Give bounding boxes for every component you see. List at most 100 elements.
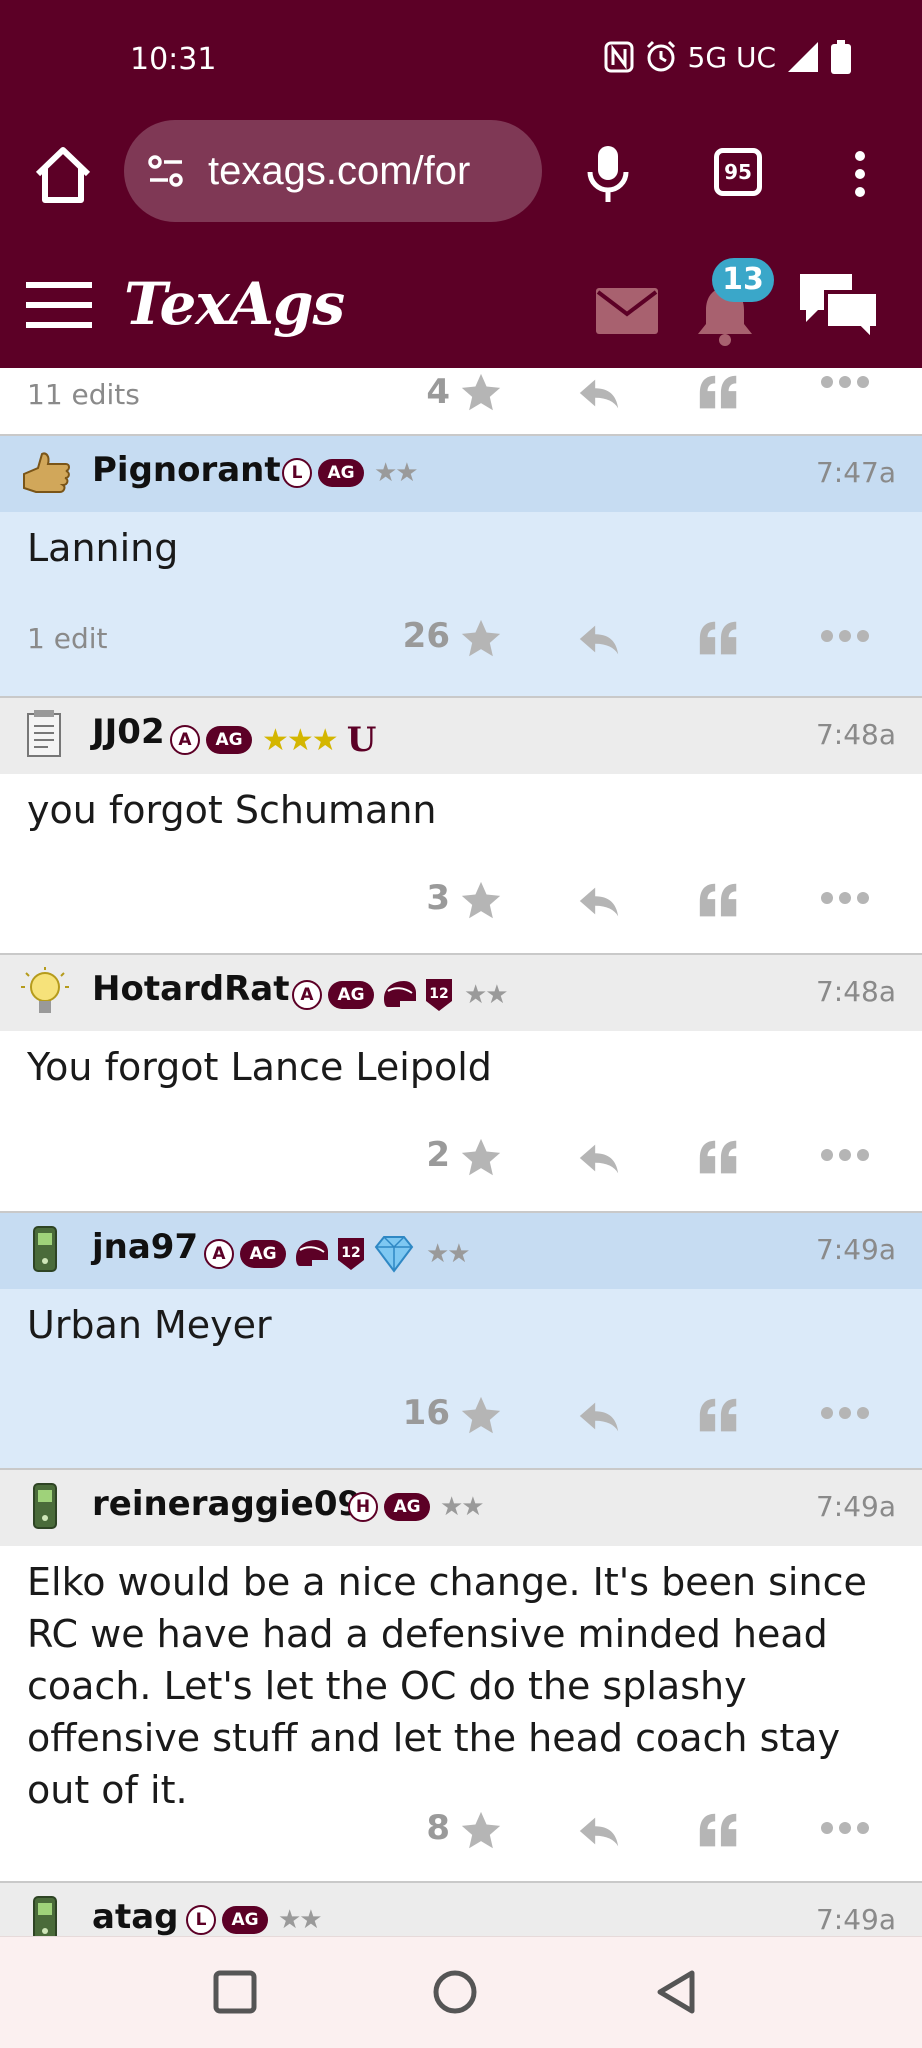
license-badge: A xyxy=(204,1239,234,1269)
quote-icon[interactable] xyxy=(696,616,742,662)
ag-badge: AG xyxy=(318,459,364,487)
reply-icon[interactable] xyxy=(576,878,622,924)
username[interactable]: HotardRat xyxy=(92,969,290,1009)
star-icon[interactable] xyxy=(458,1393,504,1439)
overflow-menu-icon[interactable] xyxy=(854,150,866,198)
username[interactable]: atag xyxy=(92,1897,178,1937)
alarm-icon xyxy=(646,40,675,72)
star-icon[interactable] xyxy=(458,370,504,416)
home-nav-icon[interactable] xyxy=(430,1967,480,2017)
notification-count-badge[interactable]: 13 xyxy=(712,258,774,302)
site-settings-icon[interactable] xyxy=(146,151,186,191)
mail-icon[interactable] xyxy=(596,288,658,334)
post-body: Urban Meyer xyxy=(27,1303,272,1347)
like-count: 2 xyxy=(426,1135,450,1175)
lightbulb-avatar-icon[interactable] xyxy=(18,965,72,1019)
site-header: TexAgs xyxy=(0,270,922,368)
network-label: 5G UC xyxy=(687,40,776,74)
ag-badge: AG xyxy=(206,726,252,754)
reply-icon[interactable] xyxy=(576,370,622,416)
star-icon[interactable] xyxy=(458,1808,504,1854)
rank-stars: ★★ xyxy=(464,980,509,1010)
system-navigation-bar xyxy=(0,1936,922,2048)
back-icon[interactable] xyxy=(652,1967,702,2017)
thumbs-up-avatar-icon[interactable] xyxy=(18,446,72,500)
quote-icon[interactable] xyxy=(696,370,742,416)
license-badge: L xyxy=(282,458,312,488)
username[interactable]: jna97 xyxy=(92,1227,198,1267)
post-time[interactable]: 7:47a xyxy=(816,456,896,489)
status-bar: 10:31 5G UC xyxy=(0,0,922,120)
twelve-label: 12 xyxy=(429,986,448,1002)
more-options-icon[interactable] xyxy=(820,1820,870,1836)
quote-icon[interactable] xyxy=(696,1135,742,1181)
user-badges: L AG ★★ xyxy=(186,1905,323,1935)
quote-icon[interactable] xyxy=(696,878,742,924)
twelfth-man-badge-icon: 12 xyxy=(426,979,452,1011)
post-time[interactable]: 7:49a xyxy=(816,1233,896,1266)
u-badge: U xyxy=(346,720,377,760)
helmet-badge-icon xyxy=(296,1240,328,1266)
username[interactable]: Pignorant xyxy=(92,450,281,490)
quote-icon[interactable] xyxy=(696,1393,742,1439)
reply-icon[interactable] xyxy=(576,1135,622,1181)
user-badges: A AG ★★★ U xyxy=(170,720,376,760)
post-body: You forgot Lance Leipold xyxy=(27,1045,492,1089)
reply-icon[interactable] xyxy=(576,1393,622,1439)
previous-post-actions: 11 edits 4 xyxy=(0,368,922,436)
edit-count[interactable]: 1 edit xyxy=(27,622,107,655)
post-time[interactable]: 7:49a xyxy=(816,1903,896,1936)
site-logo[interactable]: TexAgs xyxy=(124,270,345,338)
phone-avatar-icon[interactable] xyxy=(18,1223,72,1277)
username[interactable]: JJ02 xyxy=(92,712,165,752)
username[interactable]: reineraggie09 xyxy=(92,1484,361,1524)
recents-icon[interactable] xyxy=(210,1967,260,2017)
phone-avatar-icon[interactable] xyxy=(18,1480,72,1534)
post-body: Lanning xyxy=(27,526,179,570)
battery-icon xyxy=(831,40,851,74)
tab-switcher-button[interactable]: 95 xyxy=(714,148,762,196)
user-badges: H AG ★★ xyxy=(348,1492,485,1522)
ag-badge: AG xyxy=(384,1493,430,1521)
reply-icon[interactable] xyxy=(576,1808,622,1854)
url-bar[interactable]: texags.com/for xyxy=(124,120,542,222)
rank-stars: ★★ xyxy=(440,1492,485,1522)
twelfth-man-badge-icon: 12 xyxy=(338,1238,364,1270)
reply-icon[interactable] xyxy=(576,616,622,662)
post: Pignorant L AG ★★ 7:47a Lanning 1 edit 2… xyxy=(0,436,922,698)
license-badge: H xyxy=(348,1492,378,1522)
post-header: Pignorant L AG ★★ 7:47a xyxy=(0,436,922,512)
star-icon[interactable] xyxy=(458,878,504,924)
more-options-icon[interactable] xyxy=(820,374,870,390)
post-actions: 1 edit 26 xyxy=(0,608,922,668)
microphone-icon[interactable] xyxy=(586,144,630,204)
chat-icon[interactable] xyxy=(796,270,882,342)
like-count: 8 xyxy=(426,1808,450,1848)
user-badges: A AG 12 ★★ xyxy=(292,977,509,1013)
post-body: Elko would be a nice change. It's been s… xyxy=(27,1560,867,1812)
ag-badge: AG xyxy=(240,1240,286,1268)
status-icons: 5G UC xyxy=(604,40,852,74)
home-icon[interactable] xyxy=(30,142,96,208)
more-options-icon[interactable] xyxy=(820,1147,870,1163)
hamburger-menu-icon[interactable] xyxy=(26,280,92,330)
more-options-icon[interactable] xyxy=(820,1405,870,1421)
star-icon[interactable] xyxy=(458,1135,504,1181)
more-options-icon[interactable] xyxy=(820,890,870,906)
rank-stars: ★★ xyxy=(374,458,419,488)
post: JJ02 A AG ★★★ U 7:48a you forgot Schuman… xyxy=(0,698,922,955)
rank-stars: ★★ xyxy=(426,1239,471,1269)
top-bar: 10:31 5G UC texags.com/for 95 TexAgs xyxy=(0,0,922,368)
post-time[interactable]: 7:48a xyxy=(816,975,896,1008)
star-icon[interactable] xyxy=(458,616,504,662)
like-count: 16 xyxy=(402,1393,450,1433)
post-actions: 16 xyxy=(0,1385,922,1445)
quote-icon[interactable] xyxy=(696,1808,742,1854)
browser-toolbar: texags.com/for 95 xyxy=(0,120,922,270)
post-time[interactable]: 7:48a xyxy=(816,718,896,751)
post: HotardRat A AG 12 ★★ 7:48a You forgot La… xyxy=(0,955,922,1213)
notepad-avatar-icon[interactable] xyxy=(18,708,72,762)
edit-count[interactable]: 11 edits xyxy=(27,378,140,411)
more-options-icon[interactable] xyxy=(820,628,870,644)
post-time[interactable]: 7:49a xyxy=(816,1490,896,1523)
